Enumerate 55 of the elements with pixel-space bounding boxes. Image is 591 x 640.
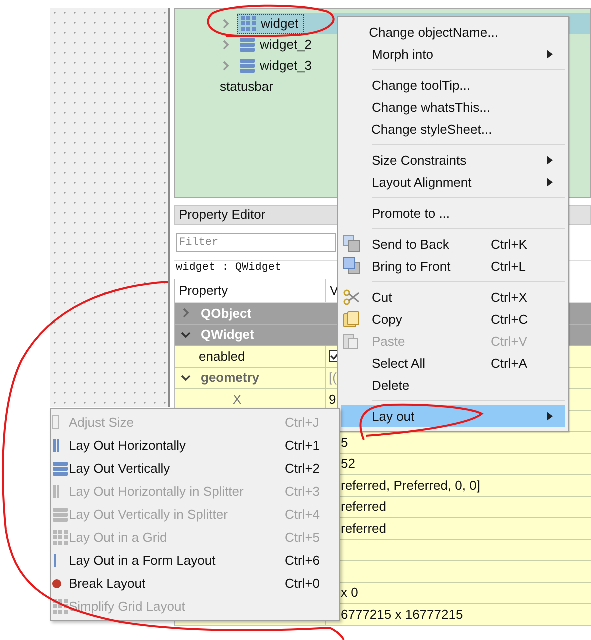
rows-icon xyxy=(52,460,69,476)
menu-item[interactable]: Morph into xyxy=(341,43,565,65)
chevron-icon xyxy=(181,330,191,340)
column-header[interactable]: Property xyxy=(175,279,326,302)
menu-item[interactable]: Delete xyxy=(341,374,565,396)
tree-item[interactable]: widget_3 xyxy=(237,56,316,76)
check-icon xyxy=(330,352,340,360)
property-value: referred xyxy=(341,520,387,536)
columns-icon xyxy=(52,484,60,499)
property-value: referred xyxy=(341,499,387,514)
property-name: enabled xyxy=(199,348,246,364)
tree-item[interactable]: widget_2 xyxy=(237,34,316,54)
menu-item[interactable]: Copy Ctrl+C xyxy=(341,308,565,330)
menu-item[interactable]: Layout Alignment xyxy=(341,171,565,193)
property-value: 5 xyxy=(341,434,348,450)
property-value: referred, Preferred, 0, 0] xyxy=(341,478,480,493)
clipboard-icon xyxy=(343,332,359,350)
columns-icon xyxy=(52,438,60,453)
menu-item[interactable]: Select All Ctrl+A xyxy=(341,352,565,374)
menu-item[interactable]: Size Constraints xyxy=(341,149,565,171)
rows-icon xyxy=(239,58,256,74)
menu-item[interactable]: Lay Out Horizontally Ctrl+1 xyxy=(51,434,339,457)
property-value: 9 xyxy=(329,392,336,407)
property-value: 6777215 x 16777215 xyxy=(341,606,464,622)
menu-item[interactable]: Cut Ctrl+X xyxy=(341,286,565,308)
scissors-icon xyxy=(343,288,360,306)
grid-icon xyxy=(240,15,257,32)
circle-icon xyxy=(52,578,62,590)
menu-item[interactable]: Break Layout Ctrl+0 xyxy=(51,572,339,595)
menu-item[interactable]: Change whatsThis... xyxy=(341,96,565,118)
menu-item[interactable]: Send to Back Ctrl+K xyxy=(341,233,565,255)
menu-item[interactable]: Promote to ... xyxy=(341,202,565,224)
resize-icon xyxy=(52,415,60,430)
menu-item[interactable]: Change objectName... xyxy=(341,21,565,43)
grid-icon xyxy=(52,529,69,546)
chevron-icon xyxy=(181,308,191,318)
property-value: x 0 xyxy=(341,585,358,600)
property-value: [( xyxy=(329,370,337,386)
menu-item[interactable]: Lay Out Vertically Ctrl+2 xyxy=(51,457,339,480)
property-name: geometry xyxy=(201,370,260,386)
menu-item[interactable]: Change styleSheet... xyxy=(341,118,565,140)
squares-icon xyxy=(343,235,361,253)
property-name: X xyxy=(233,392,242,407)
folder-icon xyxy=(343,310,360,328)
property-value: 52 xyxy=(341,456,356,472)
menu-item[interactable]: Lay out xyxy=(341,405,565,427)
menu-item[interactable]: Lay Out in a Form Layout Ctrl+6 xyxy=(51,549,339,572)
filter-field[interactable]: Filter xyxy=(176,233,336,252)
tree-item[interactable]: widget xyxy=(237,14,304,34)
grid-icon xyxy=(52,598,69,615)
menu-item[interactable]: Change toolTip... xyxy=(341,74,565,96)
squares-icon xyxy=(343,257,361,275)
rows-icon xyxy=(239,36,256,52)
rows-icon xyxy=(52,506,69,522)
tree-item[interactable]: statusbar xyxy=(218,76,278,96)
